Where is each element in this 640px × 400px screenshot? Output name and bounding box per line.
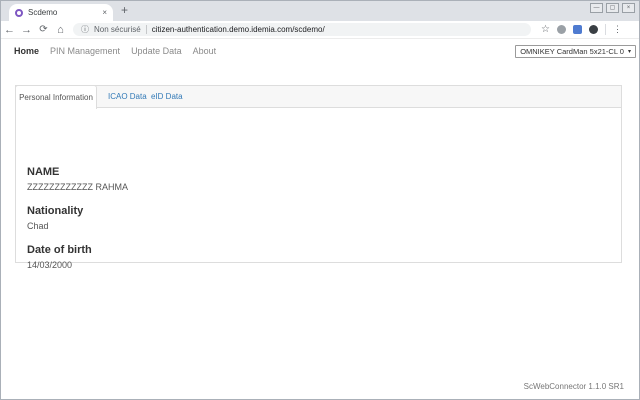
- nav-item-update-data[interactable]: Update Data: [131, 46, 182, 56]
- card-reader-select[interactable]: OMNIKEY CardMan 5x21-CL 0 ▾: [515, 45, 636, 58]
- nav-item-home[interactable]: Home: [14, 46, 39, 56]
- card-body: NAME ZZZZZZZZZZZZ RAHMA Nationality Chad…: [16, 108, 621, 270]
- tab-title: Scdemo: [28, 8, 58, 17]
- site-favicon-icon: [15, 8, 23, 17]
- browser-toolbar: ← → ⟳ ⌂ ⓘ Non sécurisé citizen-authentic…: [1, 21, 639, 39]
- field-value: 14/03/2000: [27, 260, 73, 270]
- browser-tab[interactable]: Scdemo ×: [9, 4, 113, 21]
- field-label: Date of birth: [27, 244, 92, 256]
- personal-data-card: Personal Information ICAO Data eID Data …: [15, 85, 622, 270]
- tab-close-icon[interactable]: ×: [102, 8, 107, 17]
- new-tab-button[interactable]: +: [121, 3, 128, 17]
- extension-icon[interactable]: [572, 25, 582, 34]
- card-tabstrip: Personal Information ICAO Data eID Data: [15, 85, 621, 109]
- extension-icon[interactable]: [556, 25, 566, 34]
- tab-eid-data[interactable]: eID Data: [151, 86, 183, 108]
- minimize-button[interactable]: —: [590, 3, 603, 13]
- home-icon[interactable]: ⌂: [52, 24, 69, 36]
- restore-button[interactable]: ▢: [606, 3, 619, 13]
- field-value: ZZZZZZZZZZZZ RAHMA: [27, 182, 128, 192]
- field-date-of-birth: Date of birth 14/03/2000: [27, 244, 621, 270]
- browser-menu-icon[interactable]: ⋮: [613, 24, 622, 35]
- card-reader-selected-value: OMNIKEY CardMan 5x21-CL 0: [520, 47, 624, 56]
- nav-item-pin-management[interactable]: PIN Management: [50, 46, 120, 56]
- reload-icon[interactable]: ⟳: [35, 24, 52, 35]
- window-titlebar: Scdemo × + — ▢ ×: [1, 1, 639, 21]
- chevron-down-icon: ▾: [627, 49, 631, 55]
- page-info-icon[interactable]: ⓘ: [81, 24, 89, 35]
- security-label: Non sécurisé: [94, 25, 141, 34]
- back-icon[interactable]: ←: [1, 24, 18, 36]
- address-bar[interactable]: ⓘ Non sécurisé citizen-authentication.de…: [73, 23, 531, 36]
- toolbar-right: ☆ ⋮: [541, 24, 622, 35]
- tab-personal-information[interactable]: Personal Information: [15, 85, 97, 109]
- version-label: ScWebConnector 1.1.0 SR1: [523, 382, 624, 391]
- nav-item-about[interactable]: About: [193, 46, 217, 56]
- url-divider: [145, 25, 147, 34]
- tab-icao-data[interactable]: ICAO Data: [108, 86, 147, 108]
- field-label: Nationality: [27, 205, 84, 217]
- bookmark-star-icon[interactable]: ☆: [541, 24, 550, 35]
- browser-window: { "window": { "tab_title": "Scdemo", "ic…: [0, 0, 640, 400]
- window-controls: — ▢ ×: [590, 3, 635, 13]
- field-value: Chad: [27, 221, 49, 231]
- forward-icon[interactable]: →: [18, 24, 35, 36]
- extension-icon[interactable]: [588, 25, 598, 34]
- url-text: citizen-authentication.demo.idemia.com/s…: [151, 25, 325, 34]
- toolbar-separator: [604, 24, 606, 35]
- field-label: NAME: [27, 166, 60, 178]
- field-nationality: Nationality Chad: [27, 205, 621, 231]
- close-button[interactable]: ×: [622, 3, 635, 13]
- field-name: NAME ZZZZZZZZZZZZ RAHMA: [27, 166, 621, 192]
